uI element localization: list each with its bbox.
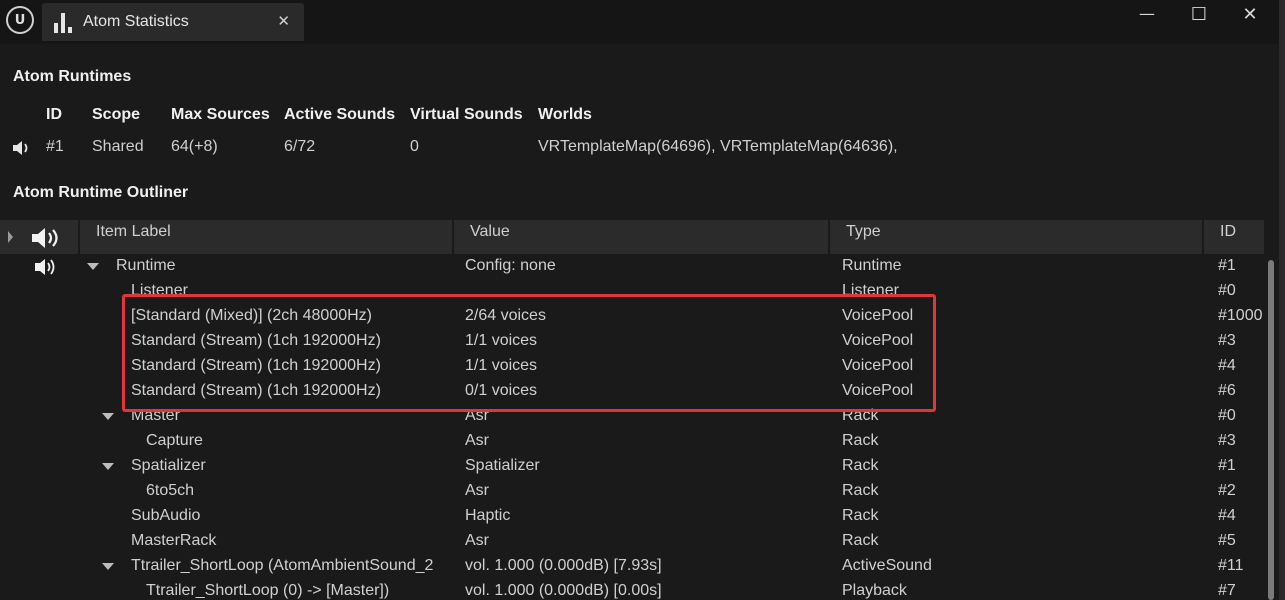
tree-row[interactable]: MasterRack Asr Rack #5 <box>0 529 1264 554</box>
item-id: #3 <box>1218 432 1236 449</box>
item-value: Config: none <box>465 257 556 274</box>
item-label: 6to5ch <box>146 482 195 499</box>
unreal-logo-icon[interactable]: U <box>6 6 34 34</box>
speaker-icon[interactable] <box>34 257 60 277</box>
tree-row[interactable]: SubAudio Haptic Rack #4 <box>0 504 1264 529</box>
runtimes-header-max-sources: Max Sources <box>171 106 270 123</box>
runtimes-header-scope: Scope <box>92 106 141 123</box>
runtime-virtual-sounds: 0 <box>410 138 419 155</box>
item-id: #0 <box>1218 407 1236 424</box>
scrollbar-thumb[interactable] <box>1268 260 1274 600</box>
runtime-scope: Shared <box>92 138 144 155</box>
window-close-button[interactable]: ✕ <box>1228 4 1272 28</box>
highlight-box <box>122 294 936 412</box>
item-type: Rack <box>842 432 879 449</box>
tree-row[interactable]: Capture Asr Rack #3 <box>0 429 1264 454</box>
tab-atom-statistics[interactable]: Atom Statistics ✕ <box>42 3 304 41</box>
item-label: Ttrailer_ShortLoop (AtomAmbientSound_2 <box>131 557 434 574</box>
item-id: #1 <box>1218 457 1236 474</box>
item-type: ActiveSound <box>842 557 932 574</box>
item-label: Spatializer <box>131 457 206 474</box>
item-id: #5 <box>1218 532 1236 549</box>
item-type: Rack <box>842 532 879 549</box>
item-type: Rack <box>842 507 879 524</box>
item-label: SubAudio <box>131 507 201 524</box>
minimize-button[interactable]: — <box>1125 4 1169 28</box>
item-value: vol. 1.000 (0.000dB) [7.93s] <box>465 557 662 574</box>
item-type: Playback <box>842 582 907 599</box>
item-value: vol. 1.000 (0.000dB) [0.00s] <box>465 582 662 599</box>
item-id: #2 <box>1218 482 1236 499</box>
item-id: #0 <box>1218 282 1236 299</box>
item-value: Asr <box>465 532 489 549</box>
runtime-worlds: VRTemplateMap(64696), VRTemplateMap(6463… <box>538 138 898 155</box>
item-id: #1000 <box>1218 307 1263 324</box>
tree-row[interactable]: Runtime Config: none Runtime #1 <box>0 254 1264 279</box>
item-id: #6 <box>1218 382 1236 399</box>
collapse-arrow-icon[interactable] <box>102 463 114 470</box>
section-title-outliner: Atom Runtime Outliner <box>13 184 189 201</box>
item-id: #11 <box>1218 557 1244 574</box>
column-id[interactable]: ID <box>1202 220 1266 254</box>
item-type: Rack <box>842 457 879 474</box>
tree-row[interactable]: Ttrailer_ShortLoop (0) -> [Master]) vol.… <box>0 579 1264 600</box>
item-value: Spatializer <box>465 457 540 474</box>
speaker-icon[interactable] <box>12 139 34 157</box>
title-bar: U Atom Statistics ✕ — ☐ ✕ <box>0 0 1285 44</box>
item-id: #1 <box>1218 257 1236 274</box>
item-value: Haptic <box>465 507 511 524</box>
collapse-arrow-icon[interactable] <box>102 563 114 570</box>
column-value[interactable]: Value <box>452 220 828 254</box>
column-item-label[interactable]: Item Label <box>78 220 452 254</box>
outliner-header: Item Label Value Type ID <box>0 220 1264 254</box>
item-label: MasterRack <box>131 532 217 549</box>
runtimes-header-virtual-sounds: Virtual Sounds <box>410 106 523 123</box>
runtime-active-sounds: 6/72 <box>284 138 316 155</box>
speaker-header-icon[interactable] <box>30 226 64 250</box>
item-label: Ttrailer_ShortLoop (0) -> [Master]) <box>146 582 390 599</box>
tab-close-icon[interactable]: ✕ <box>277 12 290 30</box>
item-id: #7 <box>1218 582 1236 599</box>
item-label: Runtime <box>116 257 176 274</box>
item-label: Capture <box>146 432 203 449</box>
item-type: Runtime <box>842 257 902 274</box>
runtimes-header-worlds: Worlds <box>538 106 592 123</box>
window-edge <box>1279 0 1285 600</box>
runtimes-header-active-sounds: Active Sounds <box>284 106 396 123</box>
item-value: Asr <box>465 432 489 449</box>
section-title-runtimes: Atom Runtimes <box>13 68 132 85</box>
bar-chart-icon <box>54 13 72 33</box>
collapse-arrow-icon[interactable] <box>102 413 114 420</box>
item-id: #3 <box>1218 332 1236 349</box>
item-type: Rack <box>842 482 879 499</box>
tree-row[interactable]: Ttrailer_ShortLoop (AtomAmbientSound_2 v… <box>0 554 1264 579</box>
expand-all-arrow-icon[interactable] <box>7 230 15 244</box>
maximize-button[interactable]: ☐ <box>1177 4 1221 28</box>
runtimes-header-id: ID <box>46 106 62 123</box>
item-value: Asr <box>465 482 489 499</box>
tree-row[interactable]: Spatializer Spatializer Rack #1 <box>0 454 1264 479</box>
item-id: #4 <box>1218 357 1236 374</box>
collapse-arrow-icon[interactable] <box>87 263 99 270</box>
runtime-id: #1 <box>46 138 64 155</box>
runtime-max-sources: 64(+8) <box>171 138 218 155</box>
tree-row[interactable]: 6to5ch Asr Rack #2 <box>0 479 1264 504</box>
column-type[interactable]: Type <box>828 220 1202 254</box>
tab-label: Atom Statistics <box>83 13 189 30</box>
item-id: #4 <box>1218 507 1236 524</box>
